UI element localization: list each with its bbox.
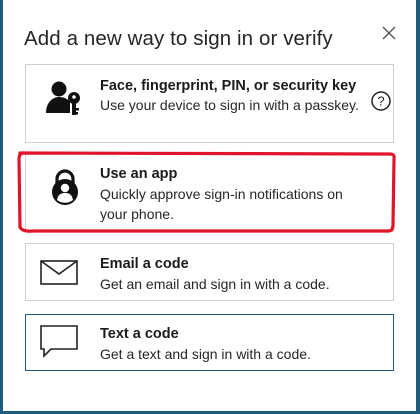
authenticator-app-icon xyxy=(52,169,78,205)
passkey-icon xyxy=(46,81,80,115)
close-icon xyxy=(382,26,396,40)
help-icon[interactable]: ? xyxy=(370,90,392,112)
option-title: Email a code xyxy=(100,256,189,272)
option-use-app[interactable]: Use an app Quickly approve sign-in notif… xyxy=(25,153,394,232)
dialog-title: Add a new way to sign in or verify xyxy=(24,27,333,50)
option-title: Text a code xyxy=(100,326,179,342)
option-description: Quickly approve sign-in notifications on… xyxy=(100,186,343,222)
envelope-icon xyxy=(40,260,78,285)
option-email-code[interactable]: Email a code Get an email and sign in wi… xyxy=(25,243,394,301)
svg-text:?: ? xyxy=(377,94,384,109)
option-text-code[interactable]: Text a code Get a text and sign in with … xyxy=(25,314,394,371)
option-description: Get a text and sign in with a code. xyxy=(100,346,311,362)
window-frame-left xyxy=(0,0,3,414)
window-frame-right xyxy=(416,0,420,414)
close-button[interactable] xyxy=(378,22,400,44)
chat-bubble-icon xyxy=(40,325,78,358)
option-description: Get an email and sign in with a code. xyxy=(100,276,330,292)
option-title: Face, fingerprint, PIN, or security key xyxy=(100,78,357,94)
option-title: Use an app xyxy=(100,166,178,182)
option-description: Use your device to sign in with a passke… xyxy=(100,97,359,113)
option-passkey[interactable]: Face, fingerprint, PIN, or security key … xyxy=(25,64,394,143)
